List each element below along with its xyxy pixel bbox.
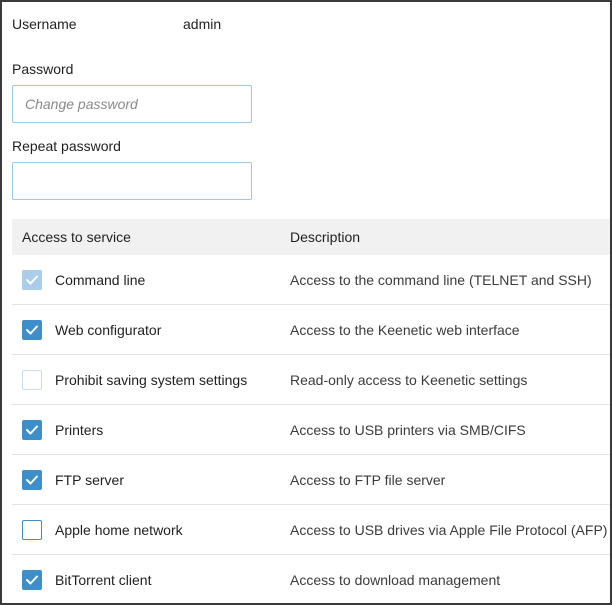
table-row: FTP server Access to FTP file server	[12, 455, 610, 505]
password-input[interactable]	[12, 85, 252, 123]
service-name: Prohibit saving system settings	[55, 372, 248, 388]
table-row: Printers Access to USB printers via SMB/C…	[12, 405, 610, 455]
table-row: BitTorrent client Access to download mana…	[12, 555, 610, 603]
checkmark-icon	[26, 275, 38, 285]
table-header: Access to service Description	[12, 219, 610, 255]
column-header-service: Access to service	[22, 229, 131, 245]
user-settings-panel: Username admin Password Repeat password …	[0, 0, 612, 605]
username-value: admin	[183, 16, 222, 32]
table-body: Command line Access to the command line (…	[12, 255, 610, 603]
service-checkbox[interactable]	[22, 370, 42, 390]
checkmark-icon	[26, 425, 38, 435]
service-checkbox	[22, 270, 42, 290]
table-row: Apple home network Access to USB drives v…	[12, 505, 610, 555]
table-row: Command line Access to the command line (…	[12, 255, 610, 305]
service-description: Access to the Keenetic web interface	[290, 322, 520, 338]
service-access-table: Access to service Description Command li…	[12, 219, 610, 603]
repeat-password-label: Repeat password	[12, 138, 121, 154]
checkmark-icon	[26, 575, 38, 585]
repeat-password-input[interactable]	[12, 162, 252, 200]
service-description: Access to FTP file server	[290, 472, 446, 488]
table-row: Web configurator Access to the Keenetic w…	[12, 305, 610, 355]
checkmark-icon	[26, 325, 38, 335]
service-checkbox[interactable]	[22, 570, 42, 590]
service-name: Apple home network	[55, 522, 183, 538]
service-checkbox[interactable]	[22, 320, 42, 340]
service-description: Access to the command line (TELNET and S…	[290, 272, 592, 288]
service-checkbox[interactable]	[22, 470, 42, 490]
service-checkbox[interactable]	[22, 520, 42, 540]
checkmark-icon	[26, 475, 38, 485]
username-label: Username	[12, 16, 77, 32]
service-description: Read-only access to Keenetic settings	[290, 372, 528, 388]
column-header-description: Description	[290, 229, 361, 245]
service-name: BitTorrent client	[55, 572, 152, 588]
service-description: Access to download management	[290, 572, 501, 588]
service-name: Web configurator	[55, 322, 162, 338]
service-name: FTP server	[55, 472, 124, 488]
table-row: Prohibit saving system settings Read-only…	[12, 355, 610, 405]
service-name: Printers	[55, 422, 104, 438]
service-description: Access to USB printers via SMB/CIFS	[290, 422, 526, 438]
service-description: Access to USB drives via Apple File Prot…	[290, 522, 608, 538]
password-label: Password	[12, 61, 74, 77]
service-checkbox[interactable]	[22, 420, 42, 440]
service-name: Command line	[55, 272, 146, 288]
